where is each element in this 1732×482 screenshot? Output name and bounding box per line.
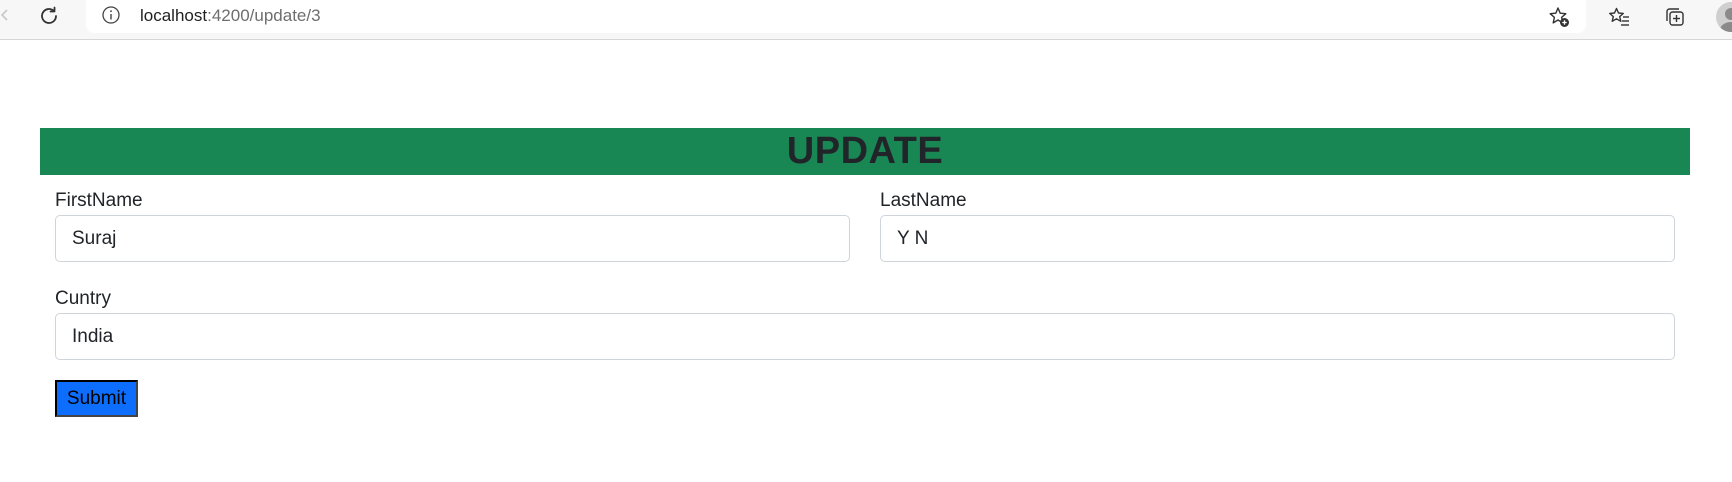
reload-icon [41, 6, 57, 24]
address-bar[interactable]: localhost:4200/update/3 [86, 0, 1586, 33]
url-text[interactable]: localhost:4200/update/3 [140, 6, 321, 26]
last-name-input[interactable] [880, 215, 1675, 262]
url-path: :4200/update/3 [207, 6, 321, 25]
country-input[interactable] [55, 313, 1675, 360]
reload-button[interactable] [35, 2, 63, 30]
submit-button[interactable]: Submit [55, 380, 138, 417]
collections-button[interactable] [1661, 3, 1689, 31]
profile-avatar[interactable] [1716, 2, 1732, 32]
browser-toolbar: localhost:4200/update/3 [0, 0, 1732, 40]
last-name-label: LastName [880, 190, 967, 211]
update-banner: UPDATE [40, 128, 1690, 175]
favorites-icon [1609, 7, 1629, 26]
favorites-button[interactable] [1605, 3, 1633, 31]
back-arrow-icon[interactable] [0, 7, 10, 23]
collections-icon [1666, 8, 1684, 26]
add-favorite-button[interactable] [1545, 3, 1573, 31]
country-label: Cuntry [55, 288, 111, 309]
avatar-body [1720, 22, 1732, 32]
first-name-input[interactable] [55, 215, 850, 262]
star-add-icon [1549, 7, 1569, 27]
page-title: UPDATE [786, 130, 944, 172]
avatar-head [1725, 8, 1732, 20]
url-host: localhost [140, 6, 208, 25]
first-name-label: FirstName [55, 190, 143, 211]
info-icon[interactable] [101, 5, 121, 25]
